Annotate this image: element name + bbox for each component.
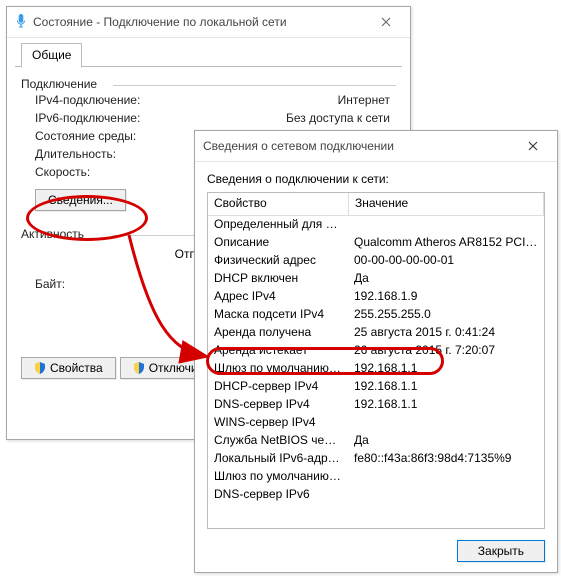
val-cell: fe80::f43a:86f3:98d4:7135%9 [348, 450, 544, 468]
media-state-label: Состояние среды: [35, 129, 190, 143]
prop-cell: DNS-сервер IPv6 [208, 486, 348, 504]
val-cell: Да [348, 432, 544, 450]
col-value[interactable]: Значение [349, 193, 544, 215]
ipv6-conn-label: IPv6-подключение: [35, 111, 190, 125]
list-item[interactable]: Физический адрес00-00-00-00-00-01 [208, 252, 544, 270]
prop-cell: Адрес IPv4 [208, 288, 348, 306]
list-item[interactable]: ОписаниеQualcomm Atheros AR8152 PCI-E Fa… [208, 234, 544, 252]
list-item[interactable]: Маска подсети IPv4255.255.255.0 [208, 306, 544, 324]
close-button[interactable]: Закрыть [457, 540, 545, 562]
val-cell: 25 августа 2015 г. 0:41:24 [348, 324, 544, 342]
bytes-label: Байт: [35, 277, 190, 291]
col-property[interactable]: Свойство [208, 193, 349, 215]
prop-cell: Определенный для по... [208, 216, 348, 234]
list-item[interactable]: Шлюз по умолчанию IP... [208, 468, 544, 486]
list-item[interactable]: DNS-сервер IPv4192.168.1.1 [208, 396, 544, 414]
list-item[interactable]: Локальный IPv6-адрес...fe80::f43a:86f3:9… [208, 450, 544, 468]
prop-cell: Локальный IPv6-адрес... [208, 450, 348, 468]
status-tabs: Общие [15, 42, 402, 67]
tab-general[interactable]: Общие [21, 43, 82, 68]
duration-label: Длительность: [35, 147, 190, 161]
details-window: Сведения о сетевом подключении Сведения … [194, 130, 558, 573]
list-item[interactable]: Аренда получена25 августа 2015 г. 0:41:2… [208, 324, 544, 342]
val-cell [348, 486, 544, 504]
prop-cell: Шлюз по умолчанию IP... [208, 360, 348, 378]
prop-cell: Описание [208, 234, 348, 252]
prop-cell: Аренда получена [208, 324, 348, 342]
ipv6-conn-value: Без доступа к сети [190, 111, 396, 125]
status-close-button[interactable] [364, 8, 408, 36]
prop-cell: DHCP-сервер IPv4 [208, 378, 348, 396]
val-cell [348, 216, 544, 234]
val-cell: 255.255.255.0 [348, 306, 544, 324]
details-list[interactable]: Свойство Значение Определенный для по...… [207, 192, 545, 529]
prop-cell: Физический адрес [208, 252, 348, 270]
status-titlebar: Состояние - Подключение по локальной сет… [7, 7, 410, 38]
details-list-header[interactable]: Свойство Значение [208, 193, 544, 216]
prop-cell: DNS-сервер IPv4 [208, 396, 348, 414]
val-cell: 192.168.1.1 [348, 396, 544, 414]
list-item[interactable]: DHCP-сервер IPv4192.168.1.1 [208, 378, 544, 396]
list-item[interactable]: Адрес IPv4192.168.1.9 [208, 288, 544, 306]
details-button[interactable]: Сведения... [35, 189, 126, 211]
val-cell: 192.168.1.1 [348, 360, 544, 378]
list-item[interactable]: DHCP включенДа [208, 270, 544, 288]
status-title: Состояние - Подключение по локальной сет… [33, 15, 364, 29]
val-cell: 00-00-00-00-00-01 [348, 252, 544, 270]
details-titlebar: Сведения о сетевом подключении [195, 131, 557, 162]
connection-group-label: Подключение [21, 77, 396, 91]
details-close-button[interactable] [511, 132, 555, 160]
val-cell: 192.168.1.9 [348, 288, 544, 306]
list-item[interactable]: Шлюз по умолчанию IP...192.168.1.1 [208, 360, 544, 378]
microphone-icon [15, 14, 27, 31]
list-item[interactable]: WINS-сервер IPv4 [208, 414, 544, 432]
shield-icon [34, 362, 46, 374]
details-title: Сведения о сетевом подключении [203, 139, 511, 153]
prop-cell: Аренда истекает [208, 342, 348, 360]
properties-button[interactable]: Свойства [21, 357, 116, 379]
list-item[interactable]: Служба NetBIOS чере...Да [208, 432, 544, 450]
val-cell: 26 августа 2015 г. 7:20:07 [348, 342, 544, 360]
speed-label: Скорость: [35, 165, 190, 179]
details-subtitle: Сведения о подключении к сети: [195, 162, 557, 192]
val-cell [348, 468, 544, 486]
val-cell [348, 414, 544, 432]
shield-icon [133, 362, 145, 374]
prop-cell: DHCP включен [208, 270, 348, 288]
prop-cell: Служба NetBIOS чере... [208, 432, 348, 450]
val-cell: Qualcomm Atheros AR8152 PCI-E Fast Et [348, 234, 544, 252]
prop-cell: Шлюз по умолчанию IP... [208, 468, 348, 486]
prop-cell: WINS-сервер IPv4 [208, 414, 348, 432]
list-item[interactable]: DNS-сервер IPv6 [208, 486, 544, 504]
prop-cell: Маска подсети IPv4 [208, 306, 348, 324]
ipv4-conn-value: Интернет [190, 93, 396, 107]
val-cell: Да [348, 270, 544, 288]
list-item[interactable]: Аренда истекает26 августа 2015 г. 7:20:0… [208, 342, 544, 360]
val-cell: 192.168.1.1 [348, 378, 544, 396]
list-item[interactable]: Определенный для по... [208, 216, 544, 234]
ipv4-conn-label: IPv4-подключение: [35, 93, 190, 107]
